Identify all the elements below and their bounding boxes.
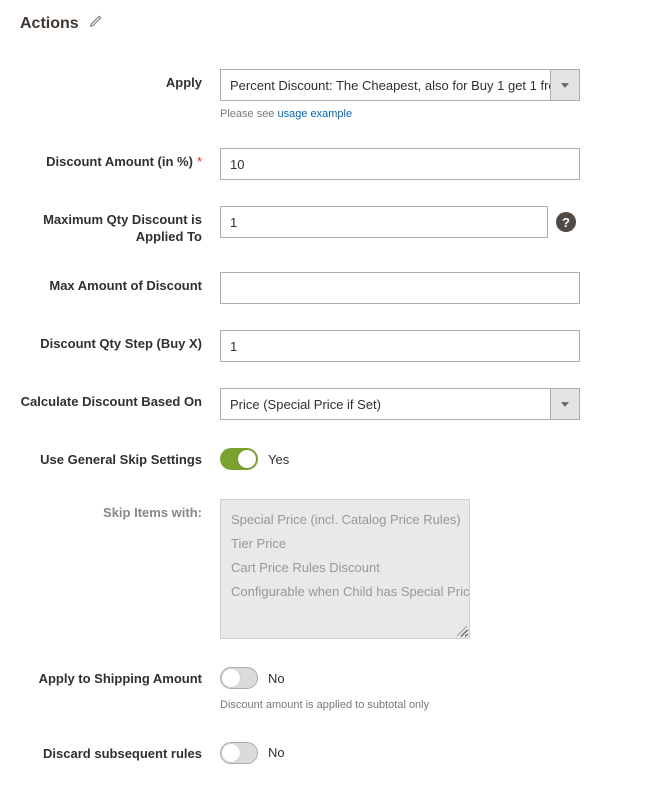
toggle-knob: [222, 744, 240, 762]
max-qty-label: Maximum Qty Discount is Applied To: [20, 206, 220, 246]
apply-select-value: Percent Discount: The Cheapest, also for…: [220, 69, 580, 101]
section-title-text: Actions: [20, 15, 79, 33]
calc-based-on-value: Price (Special Price if Set): [220, 388, 580, 420]
apply-help-prefix: Please see: [220, 108, 277, 120]
qty-step-input[interactable]: [220, 330, 580, 362]
apply-help: Please see usage example: [220, 107, 580, 122]
calc-based-on-label: Calculate Discount Based On: [20, 388, 220, 411]
chevron-down-icon: [550, 69, 580, 101]
skip-items-label: Skip Items with:: [20, 499, 220, 522]
skip-items-option: Tier Price: [231, 532, 459, 556]
skip-items-option: Special Price (incl. Catalog Price Rules…: [231, 508, 459, 532]
apply-shipping-help: Discount amount is applied to subtotal o…: [220, 698, 570, 713]
discount-amount-input[interactable]: [220, 148, 580, 180]
skip-items-multiselect: Special Price (incl. Catalog Price Rules…: [220, 499, 470, 639]
toggle-knob: [238, 450, 256, 468]
apply-shipping-toggle[interactable]: [220, 667, 258, 689]
max-amount-label: Max Amount of Discount: [20, 272, 220, 295]
resize-grip-icon: [457, 626, 467, 636]
toggle-knob: [222, 669, 240, 687]
max-qty-input[interactable]: [220, 206, 548, 238]
discard-subsequent-value: No: [268, 745, 285, 760]
discount-amount-label-text: Discount Amount (in %): [46, 154, 193, 169]
calc-based-on-select[interactable]: Price (Special Price if Set): [220, 388, 580, 420]
pencil-icon[interactable]: [89, 14, 103, 33]
question-icon[interactable]: ?: [556, 212, 576, 232]
discard-subsequent-toggle[interactable]: [220, 742, 258, 764]
use-general-skip-value: Yes: [268, 452, 289, 467]
discount-amount-label: Discount Amount (in %) *: [20, 148, 220, 171]
discard-subsequent-label: Discard subsequent rules: [20, 740, 220, 763]
usage-example-link[interactable]: usage example: [277, 108, 352, 120]
apply-shipping-label: Apply to Shipping Amount: [20, 665, 220, 688]
use-general-skip-label: Use General Skip Settings: [20, 446, 220, 469]
apply-select[interactable]: Percent Discount: The Cheapest, also for…: [220, 69, 580, 101]
apply-label: Apply: [20, 69, 220, 92]
skip-items-option: Cart Price Rules Discount: [231, 556, 459, 580]
qty-step-label: Discount Qty Step (Buy X): [20, 330, 220, 353]
apply-shipping-value: No: [268, 671, 285, 686]
chevron-down-icon: [550, 388, 580, 420]
use-general-skip-toggle[interactable]: [220, 448, 258, 470]
section-title: Actions: [20, 14, 648, 33]
required-asterisk-icon: *: [197, 154, 202, 171]
skip-items-option: Configurable when Child has Special Pric…: [231, 580, 459, 604]
max-amount-input[interactable]: [220, 272, 580, 304]
